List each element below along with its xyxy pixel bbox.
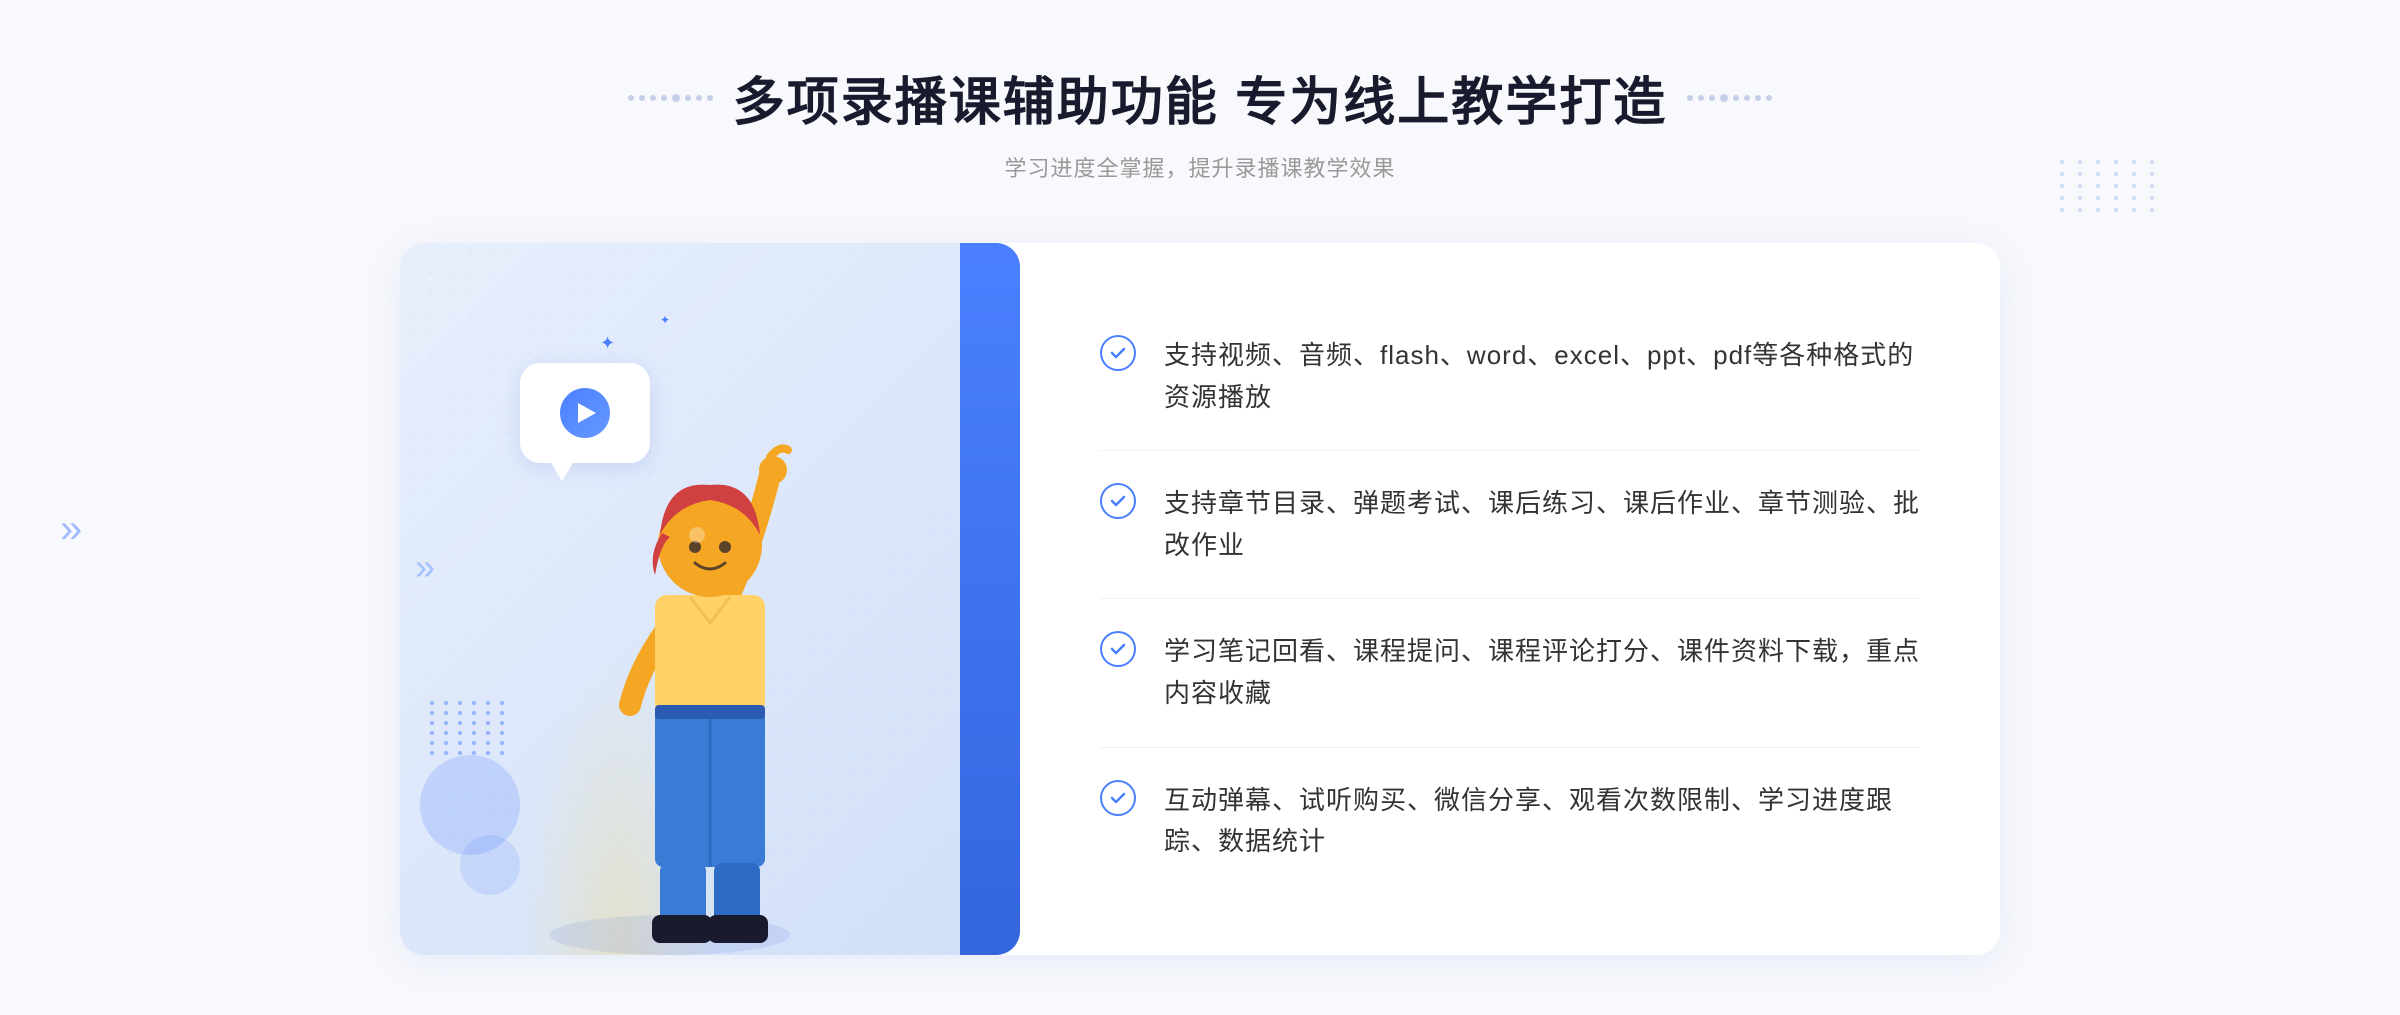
check-icon-4 — [1108, 788, 1128, 808]
title-decoration-left — [628, 94, 713, 102]
check-circle-1 — [1100, 335, 1136, 371]
feature-text-3: 学习笔记回看、课程提问、课程评论打分、课件资料下载，重点内容收藏 — [1164, 631, 1920, 714]
check-circle-3 — [1100, 631, 1136, 667]
blue-accent-bar — [960, 243, 1020, 955]
check-circle-4 — [1100, 780, 1136, 816]
content-area: ✦ ✦ — [400, 243, 2000, 955]
sparkle-1: ✦ — [600, 333, 615, 354]
header-section: 多项录播课辅助功能 专为线上教学打造 学习进度全掌握，提升录播课教学效果 — [628, 60, 1772, 183]
subtitle: 学习进度全掌握，提升录播课教学效果 — [628, 151, 1772, 183]
check-icon-3 — [1108, 639, 1128, 659]
outer-chevron-decoration: » — [60, 507, 82, 552]
check-icon-2 — [1108, 491, 1128, 511]
feature-item-1: 支持视频、音频、flash、word、excel、ppt、pdf等各种格式的资源… — [1100, 303, 1920, 451]
feature-item-2: 支持章节目录、弹题考试、课后练习、课后作业、章节测验、批改作业 — [1100, 451, 1920, 599]
sparkle-2: ✦ — [660, 313, 670, 327]
feature-text-4: 互动弹幕、试听购买、微信分享、观看次数限制、学习进度跟踪、数据统计 — [1164, 780, 1920, 863]
title-decoration-right — [1687, 94, 1772, 102]
dots-pattern-right — [2060, 160, 2160, 212]
feature-item-3: 学习笔记回看、课程提问、课程评论打分、课件资料下载，重点内容收藏 — [1100, 599, 1920, 747]
illustration-panel: ✦ ✦ — [400, 243, 1020, 955]
check-circle-2 — [1100, 483, 1136, 519]
character-illustration — [460, 375, 880, 955]
check-icon-1 — [1108, 343, 1128, 363]
main-title: 多项录播课辅助功能 专为线上教学打造 — [733, 60, 1667, 135]
chevron-left-decoration: » — [415, 546, 435, 652]
title-row: 多项录播课辅助功能 专为线上教学打造 — [628, 60, 1772, 135]
feature-text-2: 支持章节目录、弹题考试、课后练习、课后作业、章节测验、批改作业 — [1164, 483, 1920, 566]
feature-item-4: 互动弹幕、试听购买、微信分享、观看次数限制、学习进度跟踪、数据统计 — [1100, 748, 1920, 895]
page-wrapper: » 多项录播课辅助功能 专为线上教学打造 学习进度全掌握，提升录播课教学 — [0, 0, 2400, 1015]
features-panel: 支持视频、音频、flash、word、excel、ppt、pdf等各种格式的资源… — [1020, 243, 2000, 955]
feature-text-1: 支持视频、音频、flash、word、excel、ppt、pdf等各种格式的资源… — [1164, 335, 1920, 418]
